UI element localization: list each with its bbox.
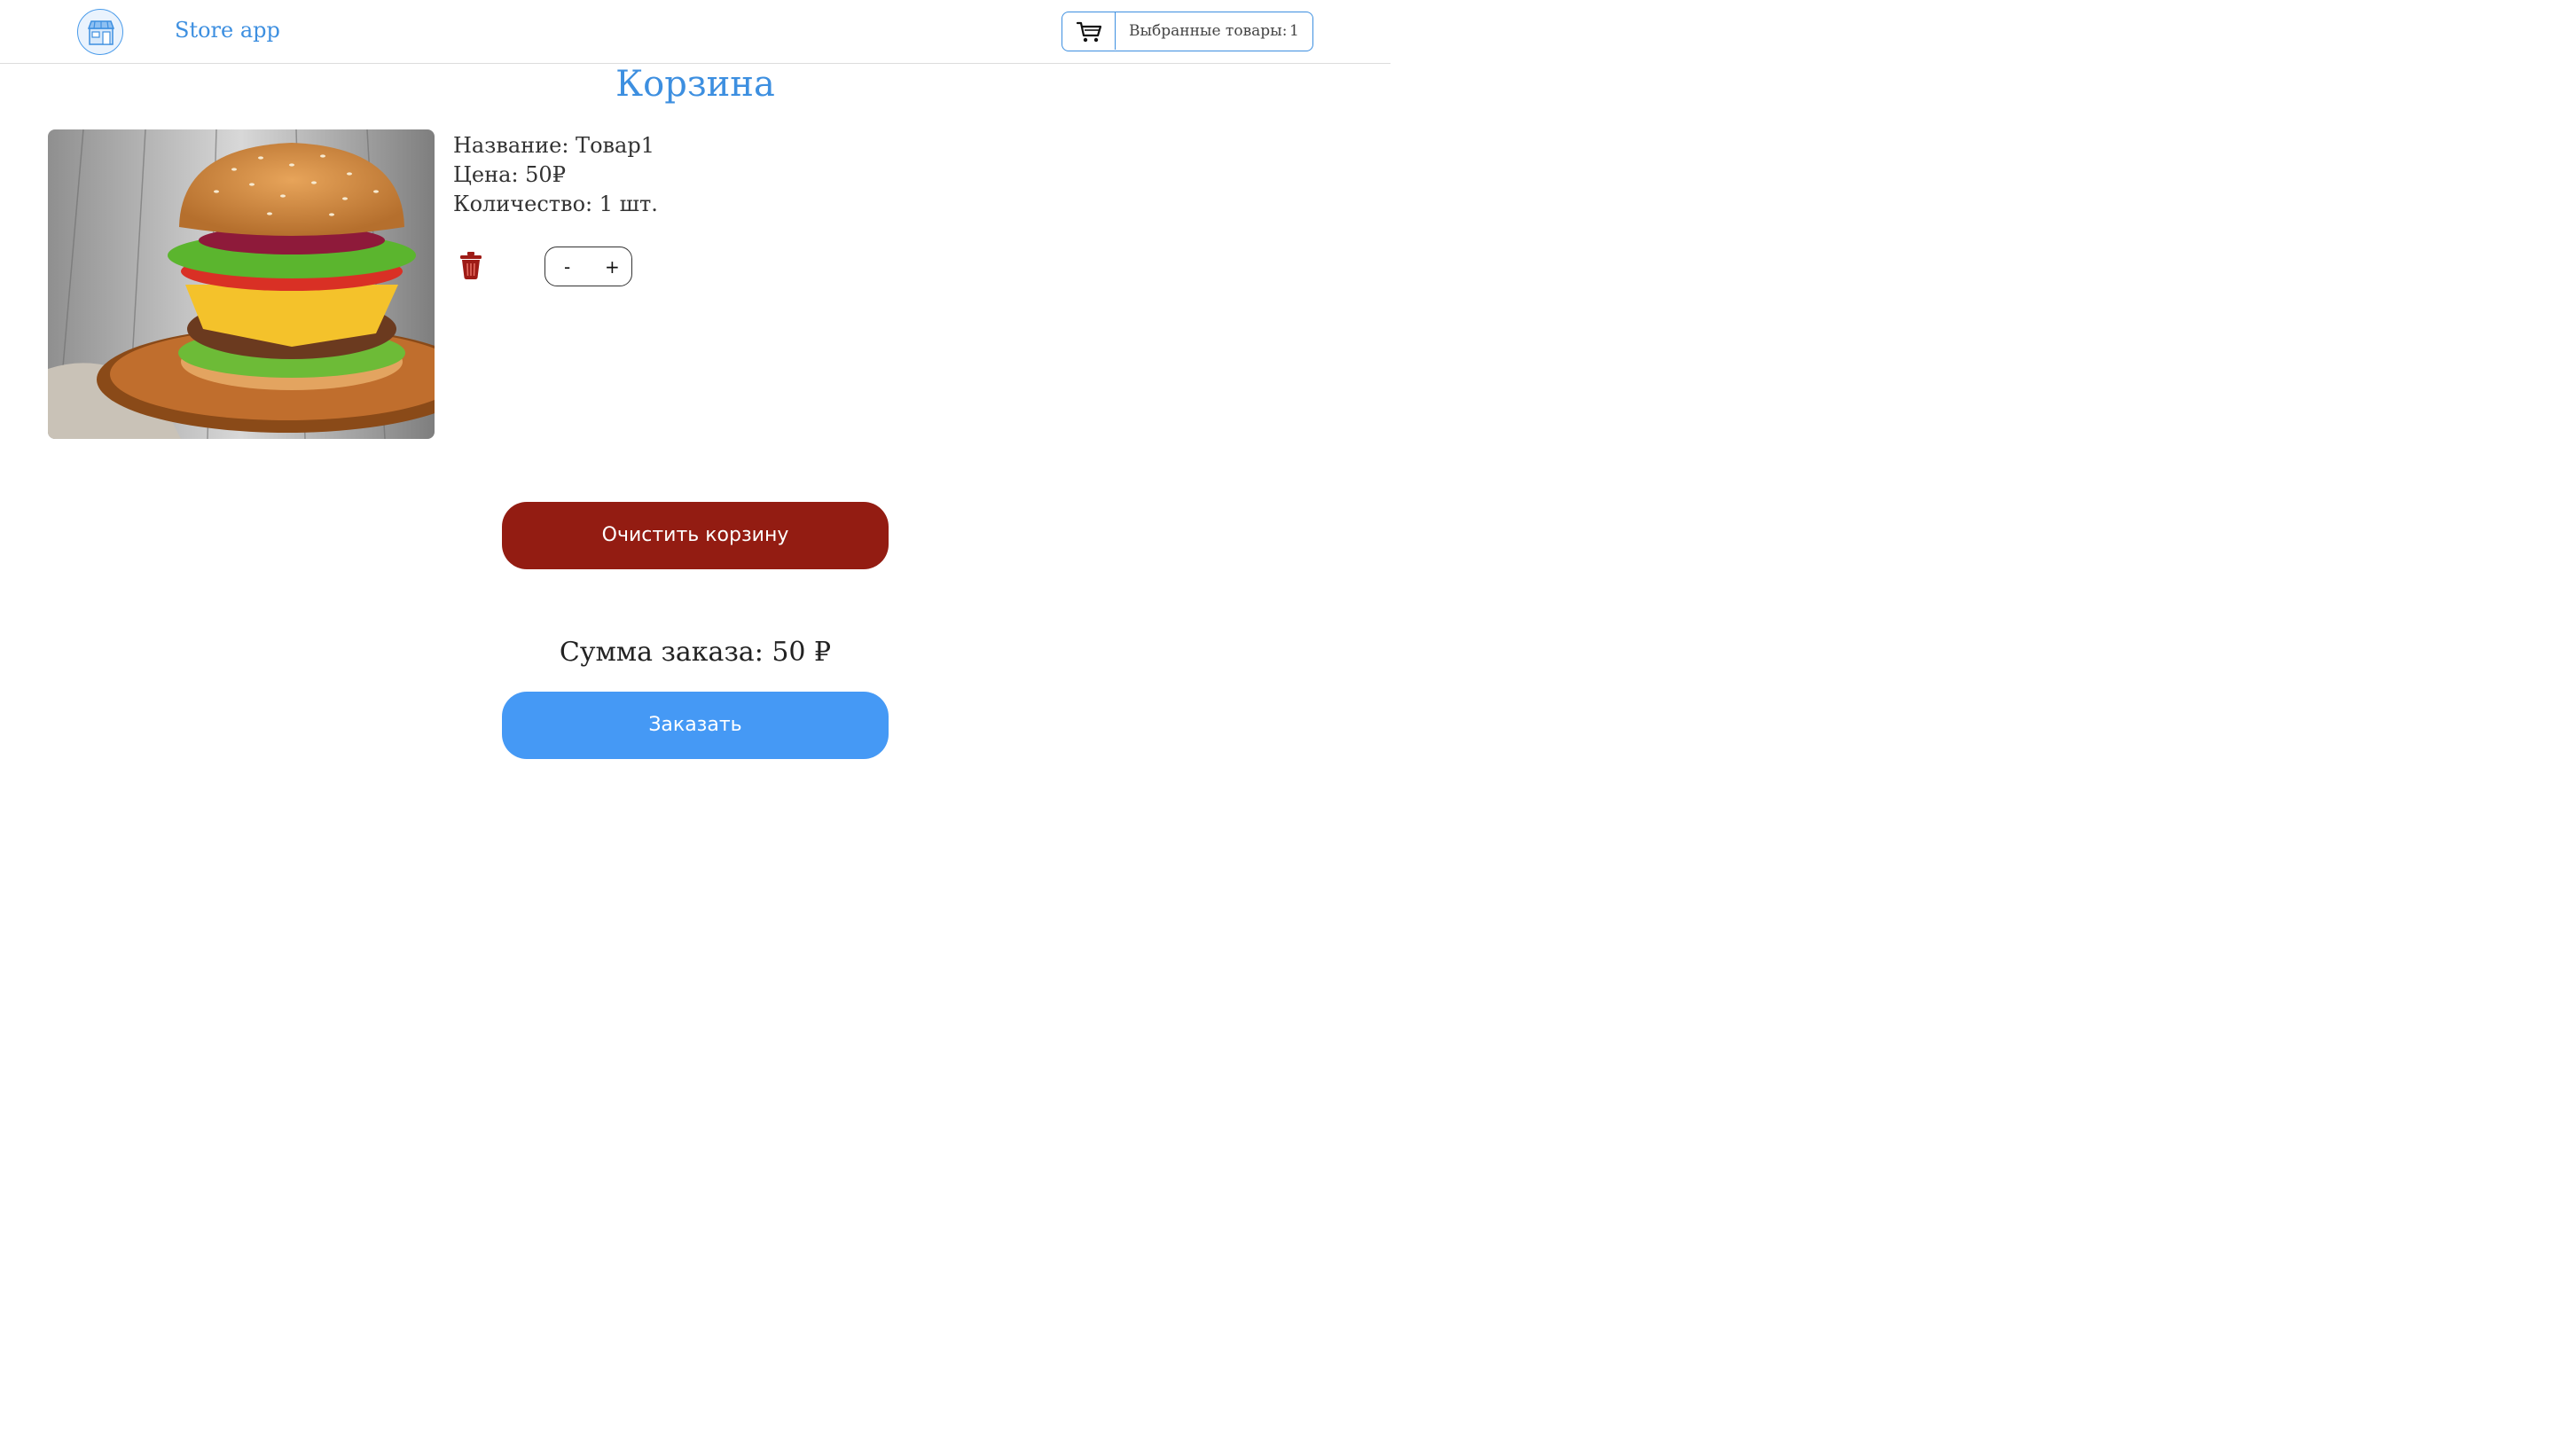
shopping-cart-icon: [1062, 12, 1116, 50]
trash-icon[interactable]: [457, 250, 485, 280]
order-total: Сумма заказа: 50 ₽: [559, 637, 832, 668]
quantity-stepper: - +: [544, 247, 632, 286]
product-quantity: Количество: 1 шт.: [453, 192, 658, 216]
increase-quantity-button[interactable]: +: [605, 256, 620, 278]
cart-count-badge: 1: [1289, 22, 1299, 40]
product-price: Цена: 50₽: [453, 162, 566, 187]
decrease-quantity-button[interactable]: -: [564, 256, 570, 278]
brand-title[interactable]: Store app: [175, 18, 280, 43]
page-title: Корзина: [615, 64, 775, 105]
cart-summary-button[interactable]: Выбранные товары: 1: [1062, 12, 1313, 51]
place-order-button[interactable]: Заказать: [502, 692, 889, 759]
product-name: Название: Товар1: [453, 133, 654, 158]
product-info: Название: Товар1 Цена: 50₽ Количество: 1…: [453, 131, 658, 219]
clear-cart-button[interactable]: Очистить корзину: [502, 502, 889, 569]
product-image: [48, 129, 435, 439]
header: Store app Выбранные товары: 1: [0, 0, 1391, 64]
store-icon[interactable]: [77, 9, 123, 55]
cart-label: Выбранные товары:: [1129, 22, 1288, 40]
